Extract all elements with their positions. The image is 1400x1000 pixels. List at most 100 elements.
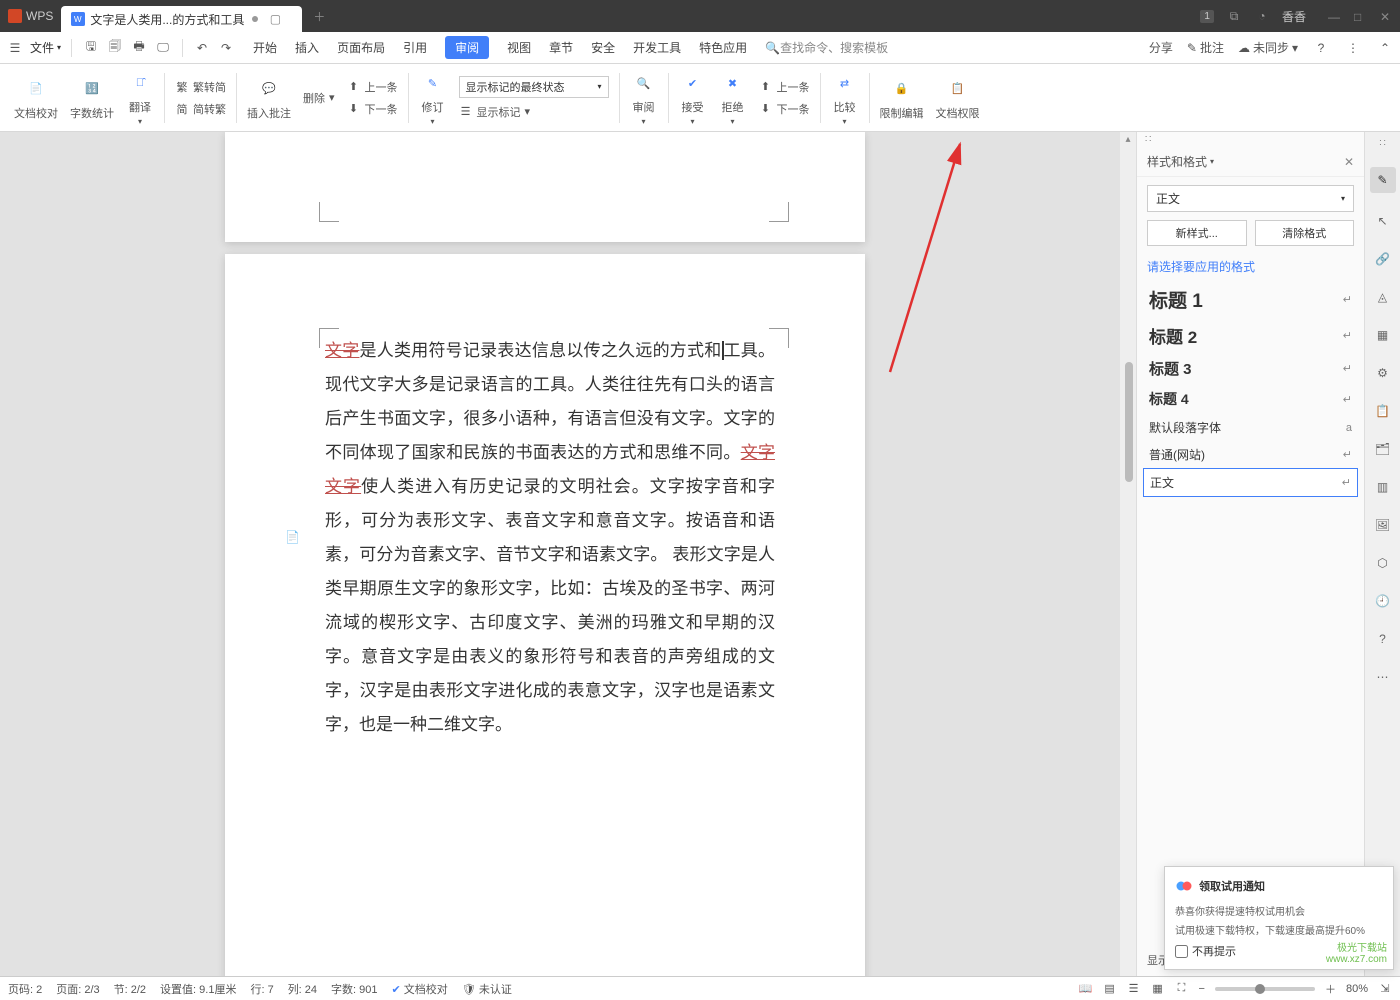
- sb-page[interactable]: 页面: 2/3: [56, 981, 99, 997]
- page-side-icon[interactable]: 📄: [285, 530, 301, 546]
- tab-page-layout[interactable]: 页面布局: [337, 39, 385, 56]
- wordcount-button[interactable]: 🔢字数统计: [70, 75, 114, 121]
- clipboard-strip-icon[interactable]: 📋: [1373, 401, 1393, 421]
- translate-button[interactable]: Ａ̂翻译▾: [126, 69, 154, 126]
- save-icon[interactable]: 🖫: [82, 39, 100, 57]
- image-strip-icon[interactable]: 🖼: [1373, 515, 1393, 535]
- next-change-button[interactable]: ⬇下一条: [759, 101, 810, 117]
- document-tab[interactable]: W 文字是人类用...的方式和工具 ▢: [61, 6, 302, 32]
- more-strip-icon[interactable]: ⋯: [1373, 667, 1393, 687]
- zoom-value[interactable]: 80%: [1346, 983, 1368, 995]
- expand-icon[interactable]: ⇲: [1378, 982, 1392, 996]
- help-strip-icon[interactable]: ?: [1373, 629, 1393, 649]
- style-item[interactable]: 标题 1↵: [1143, 281, 1358, 318]
- zoom-slider-thumb[interactable]: [1255, 984, 1265, 994]
- sb-section[interactable]: 节: 2/2: [114, 981, 146, 997]
- styles-strip-icon[interactable]: ✎: [1370, 167, 1396, 193]
- insert-comment-button[interactable]: 💬插入批注: [247, 75, 291, 121]
- view-mode-print-icon[interactable]: ▤: [1103, 982, 1117, 996]
- app-logo[interactable]: WPS: [0, 0, 61, 32]
- undo-icon[interactable]: ↶: [193, 39, 211, 57]
- view-mode-outline-icon[interactable]: ☰: [1127, 982, 1141, 996]
- sb-cert[interactable]: 🛡 未认证: [462, 981, 512, 997]
- layers-strip-icon[interactable]: 🗂: [1373, 439, 1393, 459]
- user-name[interactable]: 香香: [1282, 8, 1306, 25]
- redo-icon[interactable]: ↷: [217, 39, 235, 57]
- scroll-thumb[interactable]: [1125, 362, 1133, 482]
- minimize-button[interactable]: —: [1328, 10, 1340, 22]
- trad-to-simp-button[interactable]: 繁繁转简: [175, 79, 226, 95]
- panel-toggle-icon[interactable]: ∷: [1379, 138, 1385, 149]
- help-icon[interactable]: ?: [1312, 39, 1330, 57]
- notification-badge[interactable]: 1: [1200, 10, 1214, 23]
- new-style-button[interactable]: 新样式...: [1147, 220, 1247, 246]
- reject-button[interactable]: ✖拒绝▾: [719, 69, 747, 126]
- new-tab-button[interactable]: ＋: [312, 9, 326, 23]
- more-icon[interactable]: ⋮: [1344, 39, 1362, 57]
- share-button[interactable]: 分享: [1149, 39, 1173, 56]
- simp-to-trad-button[interactable]: 简简转繁: [175, 101, 226, 117]
- doc-permissions-button[interactable]: 📋文档权限: [936, 75, 980, 121]
- style-item[interactable]: 标题 4↵: [1143, 384, 1358, 414]
- zoom-out-button[interactable]: −: [1199, 983, 1205, 995]
- file-menu[interactable]: 文件 ▾: [30, 39, 61, 56]
- tab-security[interactable]: 安全: [591, 39, 615, 56]
- annotate-button[interactable]: ✎ 批注: [1187, 39, 1224, 56]
- select-strip-icon[interactable]: ↖: [1373, 211, 1393, 231]
- layout-strip-icon[interactable]: ▥: [1373, 477, 1393, 497]
- maximize-button[interactable]: □: [1354, 10, 1366, 22]
- tab-review[interactable]: 审阅: [445, 36, 489, 59]
- clear-format-button[interactable]: 清除格式: [1255, 220, 1355, 246]
- close-button[interactable]: ✕: [1380, 10, 1392, 22]
- settings-strip-icon[interactable]: ⚙: [1373, 363, 1393, 383]
- view-mode-read-icon[interactable]: 📖: [1079, 982, 1093, 996]
- command-search[interactable]: 🔍 查找命令、搜索模板: [765, 39, 888, 56]
- panel-close-button[interactable]: ✕: [1344, 155, 1354, 169]
- accept-button[interactable]: ✔接受▾: [679, 69, 707, 126]
- tab-section[interactable]: 章节: [549, 39, 573, 56]
- style-item[interactable]: 普通(网站)↵: [1143, 441, 1358, 468]
- 3d-strip-icon[interactable]: ⬡: [1373, 553, 1393, 573]
- user-avatar-icon[interactable]: ◔: [1254, 8, 1270, 24]
- compare-button[interactable]: ⇄比较▾: [831, 69, 859, 126]
- proofing-button[interactable]: 📄文档校对: [14, 75, 58, 121]
- tab-insert[interactable]: 插入: [295, 39, 319, 56]
- shape-strip-icon[interactable]: ◬: [1373, 287, 1393, 307]
- view-mode-web-icon[interactable]: ▦: [1151, 982, 1165, 996]
- current-style-dropdown[interactable]: 正文▾: [1147, 185, 1354, 212]
- zoom-in-button[interactable]: ＋: [1325, 981, 1336, 997]
- style-item[interactable]: 正文↵: [1143, 468, 1358, 497]
- prev-change-button[interactable]: ⬆上一条: [759, 79, 810, 95]
- hamburger-icon[interactable]: ☰: [6, 39, 24, 57]
- tab-reference[interactable]: 引用: [403, 39, 427, 56]
- style-item[interactable]: 默认段落字体a: [1143, 414, 1358, 441]
- link-strip-icon[interactable]: 🔗: [1373, 249, 1393, 269]
- zoom-slider[interactable]: [1215, 987, 1315, 991]
- save-as-icon[interactable]: 🗐: [106, 39, 124, 57]
- document-body[interactable]: 文字是人类用符号记录表达信息以传之久远的方式和工具。现代文字大多是记录语言的工具…: [325, 334, 775, 742]
- print-icon[interactable]: 🖶: [130, 39, 148, 57]
- style-item[interactable]: 标题 3↵: [1143, 353, 1358, 384]
- apps-icon[interactable]: ⧉: [1226, 8, 1242, 24]
- fullscreen-icon[interactable]: ⛶: [1175, 982, 1189, 996]
- tab-special[interactable]: 特色应用: [699, 39, 747, 56]
- history-strip-icon[interactable]: 🕘: [1373, 591, 1393, 611]
- review-pane-button[interactable]: 🔍审阅▾: [630, 69, 658, 126]
- restrict-editing-button[interactable]: 🔒限制编辑: [880, 75, 924, 121]
- tab-extra-icon[interactable]: ▢: [268, 12, 282, 26]
- track-changes-button[interactable]: ✎修订▾: [419, 69, 447, 126]
- table-strip-icon[interactable]: ▦: [1373, 325, 1393, 345]
- style-item[interactable]: 标题 2↵: [1143, 318, 1358, 353]
- tab-dev-tools[interactable]: 开发工具: [633, 39, 681, 56]
- print-preview-icon[interactable]: 🖵: [154, 39, 172, 57]
- sync-status[interactable]: ☁ 未同步 ▾: [1238, 39, 1298, 56]
- canvas[interactable]: 📄 文字是人类用符号记录表达信息以传之久远的方式和工具。现代文字大多是记录语言的…: [0, 132, 1136, 976]
- tab-start[interactable]: 开始: [253, 39, 277, 56]
- sb-words[interactable]: 字数: 901: [331, 981, 377, 997]
- checkbox-input[interactable]: [1175, 945, 1188, 958]
- show-marks-button[interactable]: ☰显示标记 ▾: [459, 104, 609, 120]
- sb-pageno[interactable]: 页码: 2: [8, 981, 42, 997]
- tab-view[interactable]: 视图: [507, 39, 531, 56]
- vertical-scrollbar[interactable]: ▴: [1120, 132, 1136, 976]
- track-display-dropdown[interactable]: 显示标记的最终状态▾: [459, 76, 609, 98]
